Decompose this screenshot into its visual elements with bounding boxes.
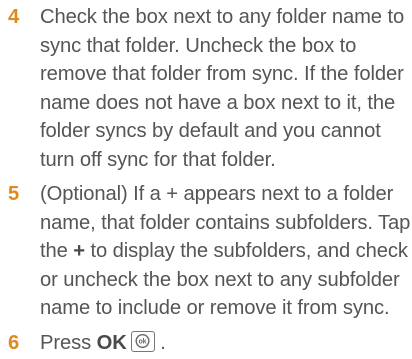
ok-label: OK xyxy=(96,331,127,354)
ok-key-icon: ok xyxy=(130,330,155,352)
svg-text:ok: ok xyxy=(138,338,146,345)
step-4: 4 Check the box next to any folder name … xyxy=(0,3,412,174)
step-text-continued: to display the subfolders, and check or … xyxy=(40,240,408,319)
plus-symbol: + xyxy=(73,240,85,262)
step-text: Press xyxy=(40,331,97,354)
instruction-steps: 4 Check the box next to any folder name … xyxy=(0,0,412,357)
step-6: 6 Press OK ok . xyxy=(0,329,412,358)
step-end-punctuation: . xyxy=(154,331,166,354)
step-text: Check the box next to any folder name to… xyxy=(40,6,405,171)
step-5: 5 (Optional) If a + appears next to a fo… xyxy=(0,180,412,323)
step-number: 4 xyxy=(8,6,20,28)
step-number: 5 xyxy=(8,183,20,205)
step-number: 6 xyxy=(8,331,20,354)
